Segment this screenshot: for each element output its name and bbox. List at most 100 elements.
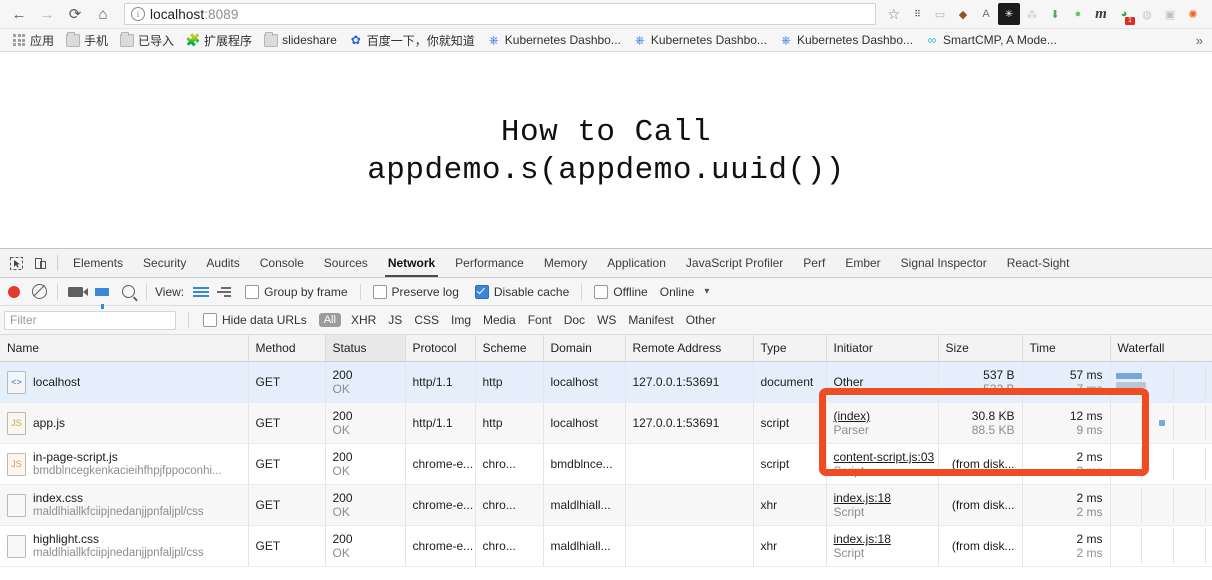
bookmark-slideshare[interactable]: slideshare bbox=[259, 31, 342, 48]
bookmark-apps[interactable]: 应用 bbox=[7, 31, 59, 50]
cell-initiator[interactable]: index.js:18 Script bbox=[826, 484, 939, 526]
download-extension-icon[interactable]: ⬇ bbox=[1044, 3, 1066, 25]
cell-name[interactable]: JS app.js bbox=[0, 402, 249, 444]
hide-data-urls-box[interactable] bbox=[203, 313, 217, 327]
gray-extension-icon[interactable]: ◍ bbox=[1136, 3, 1158, 25]
square-extension-icon[interactable]: ▣ bbox=[1159, 3, 1181, 25]
preserve-log-box[interactable] bbox=[372, 284, 387, 299]
capture-screenshots-icon[interactable] bbox=[68, 286, 88, 297]
preserve-log-checkbox[interactable]: Preserve log bbox=[372, 284, 459, 299]
table-row[interactable]: <> localhost GET 200 OK http/1.1 http localhost… bbox=[0, 361, 1212, 403]
bookmark-k8s-3[interactable]: ⎈ Kubernetes Dashbo... bbox=[774, 32, 918, 48]
clear-button[interactable] bbox=[32, 284, 47, 299]
cell-initiator-primary[interactable]: content-script.js:03 bbox=[834, 450, 935, 464]
bookmark-k8s-2[interactable]: ⎈ Kubernetes Dashbo... bbox=[628, 32, 772, 48]
cell-initiator[interactable]: (index) Parser bbox=[826, 402, 939, 444]
throttling-select[interactable]: Online bbox=[660, 285, 695, 299]
cell-initiator[interactable]: content-script.js:03 Script bbox=[826, 443, 939, 485]
filter-type-js[interactable]: JS bbox=[382, 313, 408, 327]
m-extension-icon[interactable]: m bbox=[1090, 3, 1112, 25]
tab-elements[interactable]: Elements bbox=[63, 249, 133, 277]
network-request-table[interactable]: Name Method Status Protocol Scheme Domain Remo… bbox=[0, 335, 1212, 580]
column-header-type[interactable]: Type bbox=[753, 335, 827, 362]
filter-type-xhr[interactable]: XHR bbox=[345, 313, 382, 327]
filter-type-doc[interactable]: Doc bbox=[558, 313, 591, 327]
record-button[interactable] bbox=[8, 285, 20, 298]
column-header-size[interactable]: Size bbox=[938, 335, 1023, 362]
column-header-waterfall[interactable]: Waterfall bbox=[1110, 335, 1212, 362]
cell-initiator-primary[interactable]: (index) bbox=[834, 409, 931, 423]
tab-memory[interactable]: Memory bbox=[534, 249, 597, 277]
filter-type-manifest[interactable]: Manifest bbox=[622, 313, 679, 327]
tab-console[interactable]: Console bbox=[250, 249, 314, 277]
filter-type-font[interactable]: Font bbox=[522, 313, 558, 327]
column-header-initiator[interactable]: Initiator bbox=[826, 335, 939, 362]
tab-audits[interactable]: Audits bbox=[196, 249, 249, 277]
offline-box[interactable] bbox=[594, 284, 609, 299]
tab-signal-inspector[interactable]: Signal Inspector bbox=[891, 249, 997, 277]
view-list-icon[interactable] bbox=[193, 285, 210, 299]
bookmark-imported[interactable]: 已导入 bbox=[115, 31, 179, 50]
filter-type-css[interactable]: CSS bbox=[408, 313, 445, 327]
bookmark-baidu[interactable]: ✿ 百度一下，你就知道 bbox=[344, 31, 480, 50]
reload-icon[interactable]: ⟳ bbox=[62, 2, 88, 26]
table-row[interactable]: index.css maldlhiallkfciipjnedanjjpnfaljp… bbox=[0, 484, 1212, 526]
binary-code-extension-icon[interactable]: ⠿ bbox=[906, 3, 928, 25]
view-waterfall-icon[interactable] bbox=[215, 285, 232, 299]
tab-application[interactable]: Application bbox=[597, 249, 676, 277]
group-by-frame-checkbox[interactable]: Group by frame bbox=[245, 284, 348, 299]
column-header-name[interactable]: Name bbox=[0, 335, 249, 362]
bookmark-extensions[interactable]: 🧩 扩展程序 bbox=[181, 31, 257, 50]
site-info-icon[interactable]: i bbox=[131, 7, 145, 21]
disable-cache-checkbox[interactable]: Disable cache bbox=[474, 284, 569, 299]
tab-security[interactable]: Security bbox=[133, 249, 196, 277]
bookmarks-overflow-icon[interactable]: » bbox=[1196, 33, 1205, 48]
tab-react-sight[interactable]: React-Sight bbox=[997, 249, 1080, 277]
bookmark-star-icon[interactable]: ☆ bbox=[883, 6, 904, 23]
column-header-remote-address[interactable]: Remote Address bbox=[625, 335, 754, 362]
column-header-domain[interactable]: Domain bbox=[543, 335, 626, 362]
inspect-element-icon[interactable] bbox=[4, 249, 28, 277]
filter-type-all[interactable]: All bbox=[318, 313, 341, 327]
cell-name[interactable]: <> localhost bbox=[0, 361, 249, 403]
column-header-scheme[interactable]: Scheme bbox=[475, 335, 544, 362]
angular-extension-icon[interactable]: A bbox=[975, 3, 997, 25]
table-row[interactable]: JS in-page-script.js bmdblncegkenkacieihfh… bbox=[0, 443, 1212, 485]
cell-name[interactable]: highlight.css maldlhiallkfciipjnedanjjpnf… bbox=[0, 525, 249, 567]
filter-icon[interactable] bbox=[95, 287, 109, 309]
tab-ember[interactable]: Ember bbox=[835, 249, 890, 277]
table-row[interactable]: JS app.js GET 200 OK http/1.1 http localhost 127… bbox=[0, 402, 1212, 444]
home-icon[interactable]: ⌂ bbox=[90, 2, 116, 26]
tab-sources[interactable]: Sources bbox=[314, 249, 378, 277]
forward-icon[interactable]: → bbox=[34, 2, 60, 26]
cell-initiator-primary[interactable]: index.js:18 bbox=[834, 532, 931, 546]
offline-checkbox[interactable]: Offline bbox=[594, 284, 648, 299]
cell-initiator[interactable]: index.js:18 Script bbox=[826, 525, 939, 567]
cell-name[interactable]: index.css maldlhiallkfciipjnedanjjpnfaljp… bbox=[0, 484, 249, 526]
hide-data-urls-checkbox[interactable]: Hide data URLs bbox=[203, 313, 307, 327]
column-header-method[interactable]: Method bbox=[248, 335, 326, 362]
cell-name[interactable]: JS in-page-script.js bmdblncegkenkacieihfh… bbox=[0, 443, 249, 485]
group-by-frame-box[interactable] bbox=[245, 284, 260, 299]
column-header-time[interactable]: Time bbox=[1022, 335, 1111, 362]
share-nodes-extension-icon[interactable]: ⁂ bbox=[1021, 3, 1043, 25]
window-extension-icon[interactable]: ▭ bbox=[929, 3, 951, 25]
toggle-device-toolbar-icon[interactable] bbox=[28, 249, 52, 277]
diamond-extension-icon[interactable]: ◆ bbox=[952, 3, 974, 25]
filter-type-other[interactable]: Other bbox=[680, 313, 722, 327]
column-header-status[interactable]: Status bbox=[325, 335, 406, 362]
bookmark-smartcmp[interactable]: ∞ SmartCMP, A Mode... bbox=[920, 32, 1062, 48]
address-bar[interactable]: i localhost:8089 bbox=[124, 3, 877, 25]
filter-input[interactable]: Filter bbox=[4, 310, 176, 330]
filter-type-media[interactable]: Media bbox=[477, 313, 522, 327]
column-header-protocol[interactable]: Protocol bbox=[405, 335, 476, 362]
tab-performance[interactable]: Performance bbox=[445, 249, 534, 277]
bookmark-k8s-1[interactable]: ⎈ Kubernetes Dashbo... bbox=[482, 32, 626, 48]
snowflake-extension-icon[interactable]: ✳ bbox=[998, 3, 1020, 25]
table-row[interactable]: highlight.css maldlhiallkfciipjnedanjjpnf… bbox=[0, 525, 1212, 567]
chevron-down-icon[interactable]: ▾ bbox=[704, 286, 709, 297]
tab-perf[interactable]: Perf bbox=[793, 249, 835, 277]
bookmark-phone[interactable]: 手机 bbox=[61, 31, 113, 50]
disable-cache-box[interactable] bbox=[474, 284, 489, 299]
orange-gear-extension-icon[interactable]: ✺ bbox=[1182, 3, 1204, 25]
